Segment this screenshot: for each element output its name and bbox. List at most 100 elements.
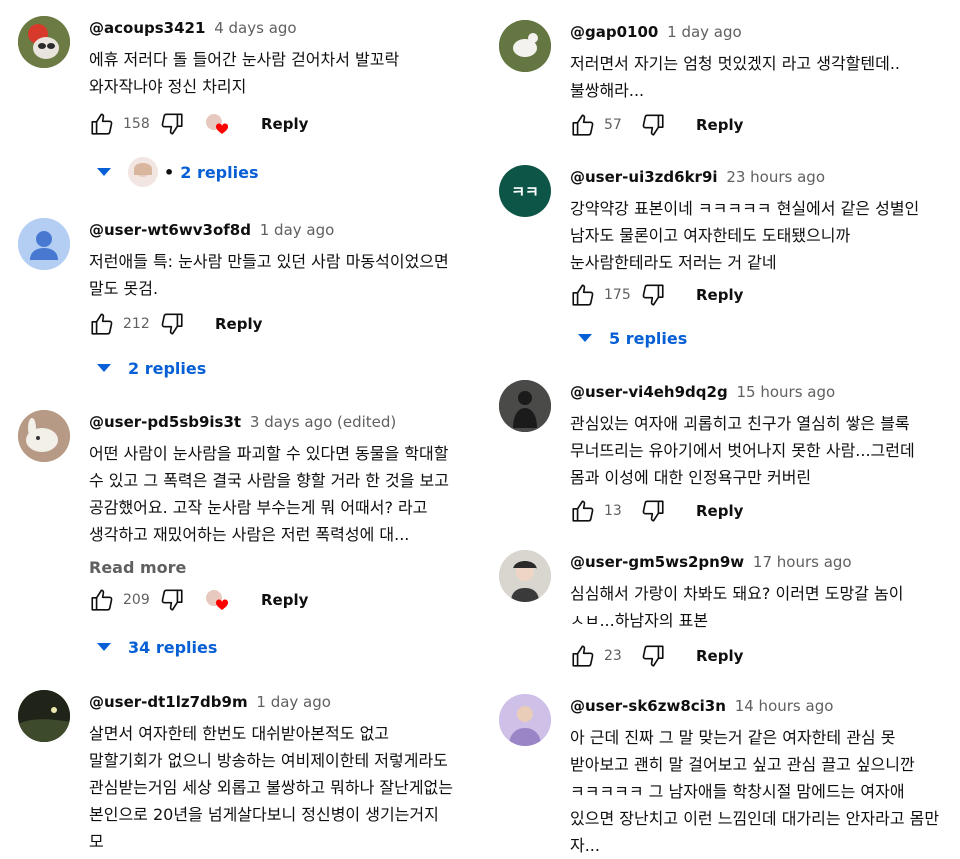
dislike-button[interactable] [640, 498, 666, 524]
view-replies-button[interactable]: • 2 replies [96, 156, 258, 188]
like-count: 212 [123, 316, 150, 332]
comment-text: 심심해서 가랑이 차봐도 돼요? 이러면 도망갈 놈이 ㅅㅂ...하남자의 표본 [570, 584, 904, 630]
avatar[interactable] [18, 690, 70, 742]
like-count: 209 [123, 592, 150, 608]
comment-time[interactable]: 17 hours ago [753, 553, 852, 571]
comment-text: 관심있는 여자애 괴롭히고 친구가 열심히 쌓은 블록 무너뜨리는 유아기에서 … [570, 414, 915, 487]
chevron-down-icon [96, 642, 112, 652]
thumb-down-icon [640, 282, 666, 308]
reply-button[interactable]: Reply [696, 116, 743, 134]
comment-author[interactable]: @user-gm5ws2pn9w [570, 553, 744, 571]
view-replies-button[interactable]: 5 replies [577, 322, 687, 354]
like-button[interactable] [570, 643, 596, 669]
comment-author[interactable]: @user-vi4eh9dq2g [570, 383, 728, 401]
comment-time[interactable]: 15 hours ago [736, 383, 835, 401]
dislike-button[interactable] [159, 111, 185, 137]
comment-actions: 209 Reply [89, 584, 308, 616]
person-avatar-icon [128, 157, 158, 187]
reply-button[interactable]: Reply [696, 286, 743, 304]
creator-heart-icon [206, 590, 229, 610]
comment-text: 강약약강 표본이네 ㅋㅋㅋㅋㅋ 현실에서 같은 성별인 남자도 물론이고 여자한… [570, 199, 920, 272]
person-avatar-icon [499, 694, 551, 746]
dislike-button[interactable] [159, 587, 185, 613]
avatar[interactable] [18, 410, 70, 462]
like-count: 158 [123, 116, 150, 132]
thumb-down-icon [640, 643, 666, 669]
comment-time[interactable]: 1 day ago [667, 23, 742, 41]
comment-author[interactable]: @gap0100 [570, 23, 658, 41]
chevron-down-icon [577, 333, 593, 343]
rabbit-avatar-icon [18, 410, 70, 462]
person-avatar-icon [499, 550, 551, 602]
creator-heart [203, 588, 231, 612]
comment-author[interactable]: @user-dt1lz7db9m [89, 693, 248, 711]
avatar[interactable] [499, 694, 551, 746]
comment-text: 아 근데 진짜 그 말 맞는거 같은 여자한테 관심 못 받아보고 괜히 말 걸… [570, 728, 940, 855]
like-count: 175 [604, 287, 631, 303]
like-button[interactable] [89, 587, 115, 613]
avatar[interactable] [499, 380, 551, 432]
comment-author[interactable]: @user-wt6wv3of8d [89, 221, 251, 239]
replies-count[interactable]: 2 replies [128, 359, 206, 378]
comment-author[interactable]: @user-sk6zw8ci3n [570, 697, 726, 715]
comment-time[interactable]: 1 day ago [260, 221, 335, 239]
comment-actions: 158 Reply [89, 108, 308, 140]
reply-button[interactable]: Reply [696, 647, 743, 665]
view-replies-button[interactable]: 2 replies [96, 352, 206, 384]
thumb-down-icon [640, 498, 666, 524]
comment-text: 에휴 저러다 돌 들어간 눈사람 걷어차서 발꼬락 와자작나야 정신 차리지 [89, 50, 400, 96]
like-button[interactable] [89, 111, 115, 137]
chevron-down-icon [96, 167, 112, 177]
comment-time[interactable]: 4 days ago [214, 19, 296, 37]
reply-button[interactable]: Reply [215, 315, 262, 333]
comment-actions: 57 Reply [570, 109, 743, 141]
comment-time[interactable]: 3 days ago (edited) [250, 413, 396, 431]
thumb-up-icon [570, 643, 596, 669]
goat-avatar-icon [499, 20, 551, 72]
avatar[interactable] [18, 218, 70, 270]
thumb-up-icon [89, 587, 115, 613]
comment-time[interactable]: 23 hours ago [726, 168, 825, 186]
dislike-button[interactable] [640, 643, 666, 669]
thumb-down-icon [159, 587, 185, 613]
reply-button[interactable]: Reply [696, 502, 743, 520]
avatar[interactable] [499, 550, 551, 602]
like-button[interactable] [570, 282, 596, 308]
thumb-up-icon [570, 498, 596, 524]
replier-avatar [128, 157, 158, 187]
view-replies-button[interactable]: 34 replies [96, 631, 217, 663]
reply-button[interactable]: Reply [261, 591, 308, 609]
reply-button[interactable]: Reply [261, 115, 308, 133]
avatar[interactable]: ㅋㅋ [499, 165, 551, 217]
comment-author[interactable]: @user-ui3zd6kr9i [570, 168, 718, 186]
comment-text: 어떤 사람이 눈사람을 파괴할 수 있다면 동물을 학대할 수 있고 그 폭력은… [89, 444, 449, 544]
like-button[interactable] [89, 311, 115, 337]
thumb-up-icon [570, 112, 596, 138]
avatar-initials: ㅋㅋ [511, 182, 539, 201]
comment-text: 저러면서 자기는 엄청 멋있겠지 라고 생각할텐데..불쌍해라... [570, 54, 901, 100]
dislike-button[interactable] [159, 311, 185, 337]
dislike-button[interactable] [640, 282, 666, 308]
like-button[interactable] [570, 112, 596, 138]
like-count: 13 [604, 503, 622, 519]
thumb-down-icon [159, 311, 185, 337]
dislike-button[interactable] [640, 112, 666, 138]
figure-avatar-icon [499, 380, 551, 432]
comment-time[interactable]: 14 hours ago [735, 697, 834, 715]
comment-author[interactable]: @acoups3421 [89, 19, 205, 37]
thumb-up-icon [570, 282, 596, 308]
replies-count[interactable]: 34 replies [128, 638, 217, 657]
replies-count[interactable]: 5 replies [609, 329, 687, 348]
avatar[interactable] [18, 16, 70, 68]
read-more-link[interactable]: Read more [89, 558, 458, 577]
chevron-down-icon [96, 363, 112, 373]
comment-actions: 212 Reply [89, 308, 262, 340]
avatar[interactable] [499, 20, 551, 72]
comment-time[interactable]: 1 day ago [256, 693, 331, 711]
thumb-down-icon [159, 111, 185, 137]
comment-actions: 23 Reply [570, 640, 743, 672]
replies-count[interactable]: 2 replies [180, 163, 258, 182]
comment-author[interactable]: @user-pd5sb9is3t [89, 413, 241, 431]
comment-actions: 13 Reply [570, 495, 743, 527]
like-button[interactable] [570, 498, 596, 524]
